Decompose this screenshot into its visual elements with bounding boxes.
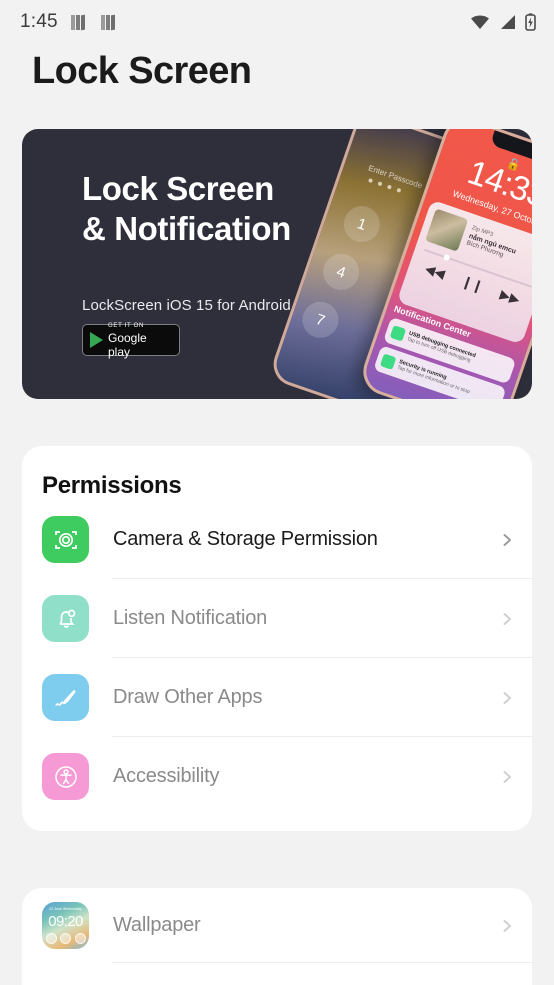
passcode-key: 4	[318, 249, 365, 295]
chevron-right-icon	[503, 770, 511, 783]
banner-subtitle: LockScreen iOS 15 for Android	[82, 297, 291, 314]
permission-row-draw-other-apps[interactable]: Draw Other Apps	[22, 658, 532, 737]
google-play-icon	[90, 332, 103, 348]
wallpaper-thumbnail: 22 June Wednesday 09:20	[42, 902, 89, 949]
status-bar: 1:45	[0, 0, 554, 44]
status-bar-right	[470, 13, 536, 31]
lock-screen-settings-page: 1:45 Lock Screen Enter Passcode 1 4 7 🔓 …	[0, 0, 554, 985]
cellular-signal-icon	[501, 15, 515, 29]
row-divider	[112, 962, 532, 963]
music-player-widget: Zip MP3 nắm ngủ emcu Bích Phương ◀◀ ❙❙ ▶…	[396, 199, 532, 345]
badge-eyebrow: GET IT ON	[108, 322, 145, 329]
google-play-badge[interactable]: GET IT ON Google play	[82, 322, 180, 359]
android-icon	[389, 324, 407, 342]
wifi-icon	[471, 15, 489, 29]
bell-icon	[42, 595, 89, 642]
chevron-right-icon	[503, 691, 511, 704]
permission-label: Accessibility	[113, 765, 220, 787]
thumbnail-widgets	[42, 933, 89, 944]
status-bar-clock: 1:45	[20, 11, 58, 32]
permissions-title: Permissions	[42, 472, 182, 499]
pause-icon: ❙❙	[459, 273, 486, 295]
rewind-icon: ◀◀	[423, 260, 447, 282]
paintbrush-icon	[42, 674, 89, 721]
permission-label: Listen Notification	[113, 607, 268, 629]
permission-row-camera-storage[interactable]: Camera & Storage Permission	[22, 500, 532, 579]
chevron-right-icon	[503, 612, 511, 625]
badge-brand: Google play	[108, 330, 147, 359]
track-meta: Zip MP3 nắm ngủ emcu Bích Phương	[463, 221, 521, 269]
forward-icon: ▶▶	[498, 286, 522, 308]
accessibility-icon	[42, 753, 89, 800]
permissions-card: Permissions Camera & Storage Permission	[22, 446, 532, 831]
banner-headline-line2: & Notification	[82, 210, 291, 248]
camera-icon	[42, 516, 89, 563]
album-art	[425, 208, 469, 252]
permission-label: Draw Other Apps	[113, 686, 263, 708]
permission-row-listen-notification[interactable]: Listen Notification	[22, 579, 532, 658]
banner-headline-line1: Lock Screen	[82, 170, 274, 207]
chevron-right-icon	[503, 533, 511, 546]
chevron-right-icon	[503, 919, 511, 932]
battery-charging-icon	[525, 13, 536, 31]
app-icon	[70, 14, 88, 31]
wallpaper-card: 22 June Wednesday 09:20 Wallpaper	[22, 888, 532, 985]
page-title: Lock Screen	[32, 50, 252, 92]
settings-row-wallpaper[interactable]: 22 June Wednesday 09:20 Wallpaper	[22, 888, 532, 963]
banner-headline: Lock Screen & Notification	[82, 169, 382, 250]
settings-row-label: Wallpaper	[113, 914, 201, 936]
thumbnail-date: 22 June Wednesday	[49, 907, 82, 911]
passcode-key: 7	[297, 296, 344, 343]
shield-icon	[380, 352, 397, 370]
permission-row-accessibility[interactable]: Accessibility	[22, 737, 532, 816]
promo-banner[interactable]: Enter Passcode 1 4 7 🔓 14:33 Wednesday, …	[22, 129, 532, 399]
thumbnail-time: 09:20	[48, 913, 83, 930]
permission-label: Camera & Storage Permission	[113, 528, 378, 550]
status-bar-left: 1:45	[20, 11, 118, 33]
app-icon	[100, 14, 118, 31]
